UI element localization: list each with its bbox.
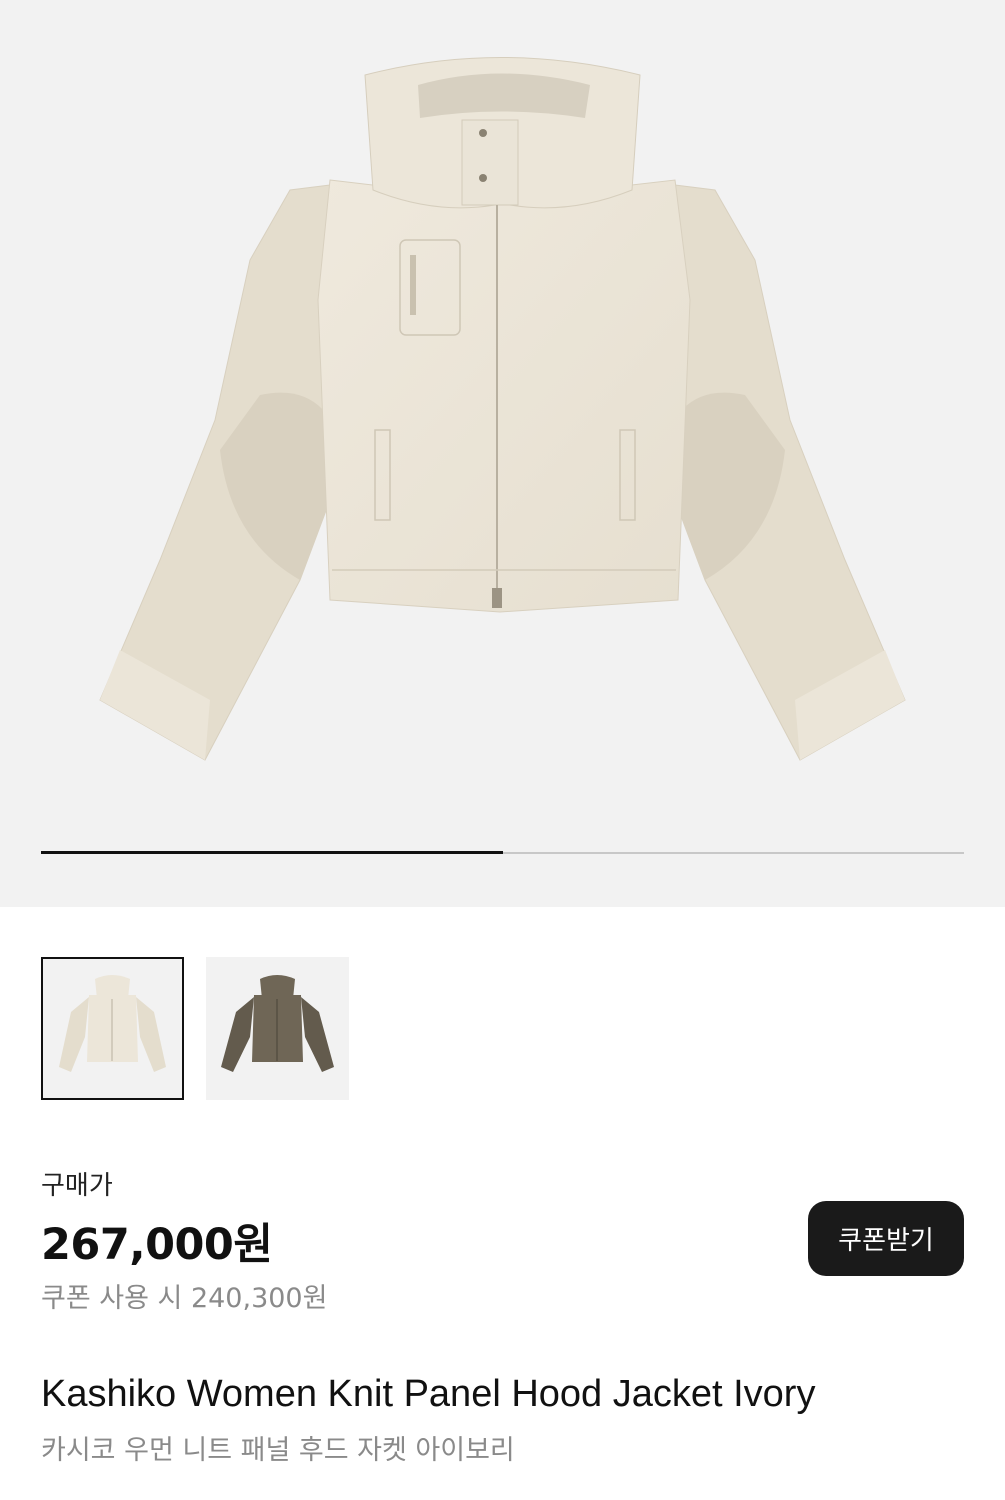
thumbnail-ivory[interactable] [41, 957, 184, 1100]
product-name-english: Kashiko Women Knit Panel Hood Jacket Ivo… [41, 1373, 816, 1415]
gallery-progress-track [41, 851, 964, 854]
thumbnail-list [41, 957, 349, 1100]
coupon-price: 쿠폰 사용 시 240,300원 [41, 1283, 328, 1314]
purchase-price-label: 구매가 [41, 1171, 113, 1201]
ivory-jacket-thumbnail [59, 975, 166, 1072]
khaki-jacket-thumbnail [221, 975, 334, 1072]
main-product-image [99, 57, 906, 761]
gallery-progress-fill [41, 851, 503, 854]
get-coupon-button[interactable]: 쿠폰받기 [808, 1201, 964, 1276]
product-image-gallery[interactable] [0, 0, 1005, 907]
product-name-korean: 카시코 우먼 니트 패널 후드 자켓 아이보리 [41, 1435, 515, 1466]
thumbnail-khaki[interactable] [206, 957, 349, 1100]
price: 267,000원 [41, 1220, 273, 1270]
